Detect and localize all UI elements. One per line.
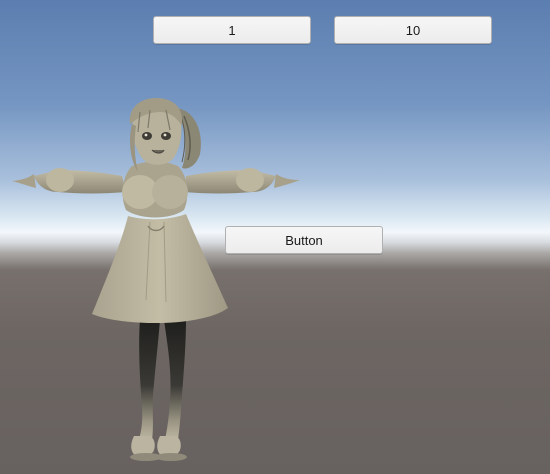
value-10-button[interactable]: 10 xyxy=(334,16,492,44)
game-viewport: 1 10 Button xyxy=(0,0,550,474)
value-1-button[interactable]: 1 xyxy=(153,16,311,44)
head xyxy=(129,98,183,172)
main-button[interactable]: Button xyxy=(225,226,383,254)
legs xyxy=(130,318,187,461)
